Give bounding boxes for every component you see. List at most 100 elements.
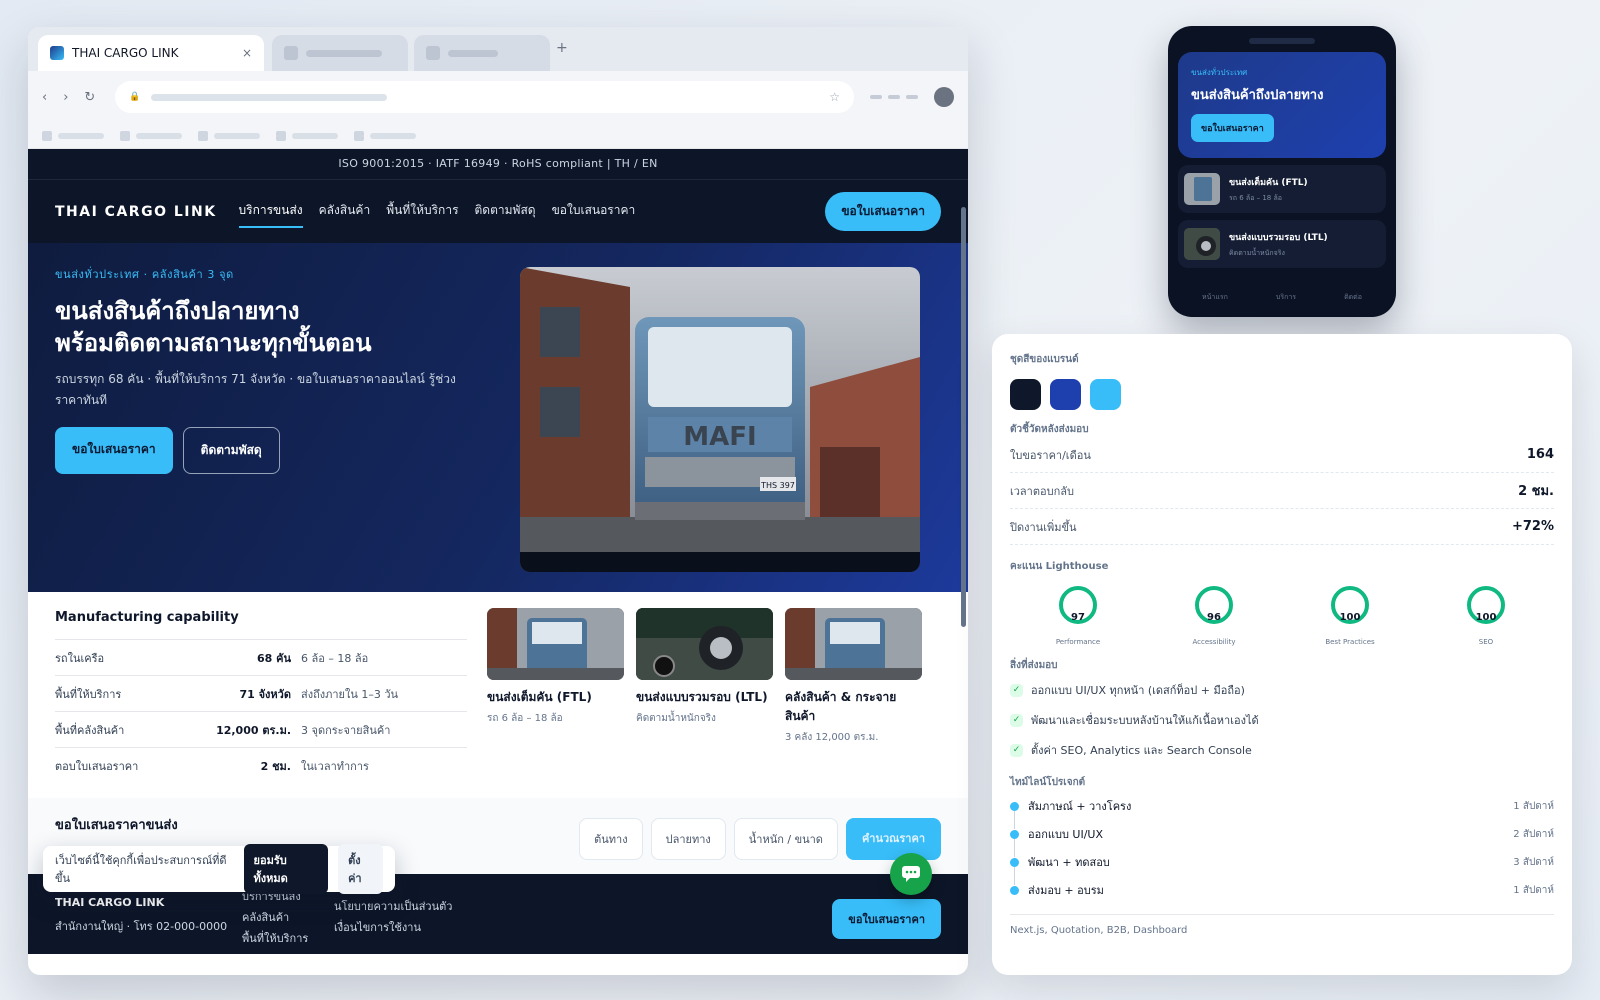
deliverable-item: ✓ ตั้งค่า SEO, Analytics และ Search Cons… xyxy=(1010,735,1554,765)
timeline-title: ไทม์ไลน์โปรเจกต์ xyxy=(1010,777,1086,788)
favicon-icon xyxy=(284,46,298,60)
score-value: 97 xyxy=(1071,612,1085,623)
mobile-service-item[interactable]: ขนส่งแบบรวมรอบ (LTL) คิดตามน้ำหนักจริง xyxy=(1178,220,1386,268)
service-title: คลังสินค้า & กระจายสินค้า xyxy=(785,690,897,723)
nav-link-warehouse[interactable]: คลังสินค้า xyxy=(319,195,371,228)
bookmark-item[interactable] xyxy=(276,130,338,141)
service-cards: ขนส่งเต็มคัน (FTL) รถ 6 ล้อ – 18 ล้อ ขนส… xyxy=(487,608,922,798)
service-card-ftl[interactable]: ขนส่งเต็มคัน (FTL) รถ 6 ล้อ – 18 ล้อ xyxy=(487,608,624,798)
row-note: 6 ล้อ – 18 ล้อ xyxy=(301,651,369,665)
deliverables-title: สิ่งที่ส่งมอบ xyxy=(1010,660,1058,671)
service-card-warehouse[interactable]: คลังสินค้า & กระจายสินค้า 3 คลัง 12,000 … xyxy=(785,608,922,798)
tab-placeholder[interactable] xyxy=(414,35,550,71)
check-icon: ✓ xyxy=(1010,713,1023,727)
truck-brand-text: MAFI xyxy=(683,422,756,452)
lighthouse-ring: 96 Accessibility xyxy=(1154,586,1274,646)
capability-table: Manufacturing capability รถในเครือ 68 คั… xyxy=(55,608,467,798)
forward-icon[interactable]: › xyxy=(63,90,68,105)
nav-link-quote[interactable]: ขอใบเสนอราคา xyxy=(552,195,636,228)
bookmark-item[interactable] xyxy=(120,130,182,141)
mobile-quote-button[interactable]: ขอใบเสนอราคา xyxy=(1191,114,1274,142)
star-icon[interactable]: ☆ xyxy=(829,90,840,104)
service-thumb-truck xyxy=(487,608,624,680)
extensions-icons[interactable] xyxy=(870,95,918,99)
check-icon: ✓ xyxy=(1010,683,1023,697)
accept-cookies-button[interactable]: ยอมรับทั้งหมด xyxy=(243,844,329,894)
reload-icon[interactable]: ↻ xyxy=(84,90,95,105)
footer-link[interactable]: คลังสินค้า xyxy=(242,907,308,928)
deliverable-text: ออกแบบ UI/UX ทุกหน้า (เดสก์ท็อป + มือถือ… xyxy=(1031,684,1245,697)
service-thumb-wheel xyxy=(636,608,773,680)
calculate-price-button[interactable]: คำนวณราคา xyxy=(845,818,941,860)
footer-link[interactable]: เงื่อนไขการใช้งาน xyxy=(334,917,452,938)
cookie-settings-button[interactable]: ตั้งค่า xyxy=(338,844,383,894)
mobile-tab-contact[interactable]: ติดต่อ xyxy=(1344,292,1362,303)
destination-field[interactable]: ปลายทาง xyxy=(650,818,726,860)
lighthouse-scores: 97 Performance 96 Accessibility 100 Best… xyxy=(1010,586,1554,646)
profile-avatar[interactable] xyxy=(934,87,954,107)
mobile-service-item[interactable]: ขนส่งเต็มคัน (FTL) รถ 6 ล้อ – 18 ล้อ xyxy=(1178,165,1386,213)
footer-link[interactable]: พื้นที่ให้บริการ xyxy=(242,928,308,949)
table-row: ตอบใบเสนอราคา 2 ชม. ในเวลาทำการ xyxy=(55,747,467,783)
service-sub: รถ 6 ล้อ – 18 ล้อ xyxy=(487,713,563,724)
bookmark-item[interactable] xyxy=(354,130,416,141)
truck-plate-text: THS 397 xyxy=(760,481,795,490)
score-ring-icon: 100 xyxy=(1331,586,1369,624)
deliverable-text: ตั้งค่า SEO, Analytics และ Search Consol… xyxy=(1031,744,1252,757)
table-row: พื้นที่คลังสินค้า 12,000 ตร.ม. 3 จุดกระจ… xyxy=(55,711,467,747)
timeline-label: สัมภาษณ์ + วางโครง xyxy=(1028,800,1132,813)
scrollbar[interactable] xyxy=(961,207,966,627)
bookmark-item[interactable] xyxy=(198,130,260,141)
row-label: พื้นที่คลังสินค้า xyxy=(55,723,125,737)
address-bar[interactable]: 🔒 ☆ xyxy=(115,81,854,113)
timeline-item: พัฒนา + ทดสอบ 3 สัปดาห์ xyxy=(1010,848,1554,885)
tab-title-placeholder xyxy=(306,49,382,57)
mobile-service-thumb xyxy=(1184,228,1220,260)
website-viewport: ISO 9001:2015 · IATF 16949 · RoHS compli… xyxy=(28,149,968,975)
deliverable-item: ✓ ออกแบบ UI/UX ทุกหน้า (เดสก์ท็อป + มือถ… xyxy=(1010,675,1554,705)
hero-track-button[interactable]: ติดตามพัสดุ xyxy=(182,427,280,474)
deliverable-text: พัฒนาและเชื่อมระบบหลังบ้านให้แก้เนื้อหาเ… xyxy=(1031,714,1259,727)
service-card-ltl[interactable]: ขนส่งแบบรวมรอบ (LTL) คิดตามน้ำหนักจริง xyxy=(636,608,773,798)
service-thumb-truck xyxy=(785,608,922,680)
score-value: 96 xyxy=(1207,612,1221,623)
score-value: 100 xyxy=(1339,612,1361,623)
bookmark-item[interactable] xyxy=(42,130,104,141)
nav-link-services[interactable]: บริการขนส่ง xyxy=(238,195,303,228)
kpi-row: ใบขอราคา/เดือน 164 xyxy=(1010,437,1554,473)
tab-placeholder[interactable] xyxy=(272,35,408,71)
nav-quote-button[interactable]: ขอใบเสนอราคา xyxy=(825,192,941,231)
timeline-duration: 1 สัปดาห์ xyxy=(1513,800,1554,812)
nav-link-tracking[interactable]: ติดตามพัสดุ xyxy=(475,195,536,228)
origin-field[interactable]: ต้นทาง xyxy=(579,818,643,860)
tab-thai-cargo-link[interactable]: THAI CARGO LINK × xyxy=(38,35,264,71)
row-value: 68 คัน xyxy=(256,651,291,665)
mobile-tab-home[interactable]: หน้าแรก xyxy=(1202,292,1228,303)
site-logo[interactable]: THAI CARGO LINK xyxy=(55,204,217,220)
hero-quote-button[interactable]: ขอใบเสนอราคา xyxy=(55,427,173,474)
case-study-panel: ชุดสีของแบรนด์ ตัวชี้วัดหลังส่งมอบ ใบขอร… xyxy=(992,334,1572,975)
kpi-row: เวลาตอบกลับ 2 ชม. xyxy=(1010,473,1554,509)
weight-field[interactable]: น้ำหนัก / ขนาด xyxy=(733,818,838,860)
lighthouse-ring: 100 Best Practices xyxy=(1290,586,1410,646)
footer-quote-button[interactable]: ขอใบเสนอราคา xyxy=(832,899,941,939)
back-icon[interactable]: ‹ xyxy=(42,90,47,105)
brand-swatch xyxy=(1050,379,1081,410)
hero-title-line-2: พร้อมติดตามสถานะทุกขั้นตอน xyxy=(55,329,372,357)
service-title: ขนส่งเต็มคัน (FTL) xyxy=(487,690,592,704)
timeline-label: ออกแบบ UI/UX xyxy=(1028,828,1104,841)
footer-link[interactable]: นโยบายความเป็นส่วนตัว xyxy=(334,896,452,917)
brand-swatch xyxy=(1090,379,1121,410)
score-label: SEO xyxy=(1478,638,1494,646)
hero-truck-image: MAFI THS 397 xyxy=(520,267,920,572)
score-label: Best Practices xyxy=(1325,638,1375,646)
mobile-tab-services[interactable]: บริการ xyxy=(1276,292,1296,303)
close-tab-icon[interactable]: × xyxy=(242,46,252,60)
chat-button[interactable] xyxy=(890,853,932,895)
kpi-label: ปิดงานเพิ่มขึ้น xyxy=(1010,520,1077,534)
mobile-service-sub: คิดตามน้ำหนักจริง xyxy=(1229,248,1285,257)
cookie-banner: เว็บไซต์นี้ใช้คุกกี้เพื่อประสบการณ์ที่ดี… xyxy=(43,844,395,894)
lighthouse-ring: 100 SEO xyxy=(1426,586,1546,646)
nav-link-service-area[interactable]: พื้นที่ให้บริการ xyxy=(386,195,458,228)
new-tab-icon[interactable]: + xyxy=(556,40,568,56)
